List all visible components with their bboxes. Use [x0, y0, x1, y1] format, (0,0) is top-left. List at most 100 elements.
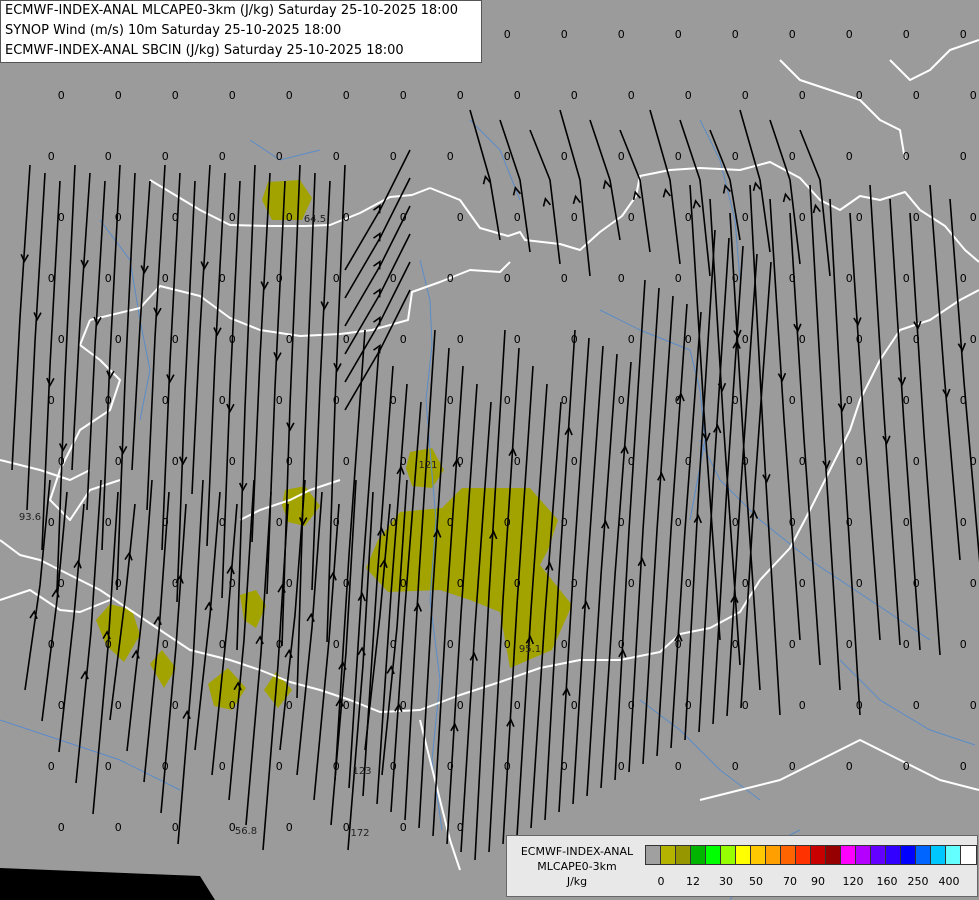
field-value-label: 0 — [286, 577, 293, 590]
field-value-label: 0 — [390, 394, 397, 407]
field-value-label: 172 — [350, 828, 369, 839]
field-value-label: 0 — [732, 28, 739, 41]
field-value-label: 0 — [105, 394, 112, 407]
field-value-label: 0 — [913, 333, 920, 346]
field-value-label: 0 — [732, 760, 739, 773]
field-value-label: 0 — [628, 333, 635, 346]
field-value-label: 0 — [390, 150, 397, 163]
field-value-label: 0 — [903, 272, 910, 285]
field-value-label: 0 — [618, 150, 625, 163]
field-value-label: 0 — [685, 333, 692, 346]
field-value-label: 0 — [571, 699, 578, 712]
field-value-label: 0 — [846, 28, 853, 41]
field-value-label: 0 — [229, 333, 236, 346]
field-value-label: 0 — [115, 455, 122, 468]
field-value-label: 0 — [333, 272, 340, 285]
field-value-label: 0 — [115, 577, 122, 590]
legend-title-source: ECMWF-INDEX-ANAL — [520, 845, 634, 858]
field-value-label: 0 — [286, 211, 293, 224]
field-value-label: 0 — [846, 516, 853, 529]
field-value-label: 0 — [276, 394, 283, 407]
field-value-label: 0 — [913, 699, 920, 712]
field-value-label: 0 — [219, 150, 226, 163]
field-value-label: 121 — [418, 460, 437, 471]
field-value-label: 0 — [514, 89, 521, 102]
legend-swatch — [960, 845, 977, 865]
field-value-label: 0 — [960, 638, 967, 651]
field-value-label: 0 — [504, 28, 511, 41]
field-value-label: 0 — [514, 577, 521, 590]
field-value-label: 0 — [903, 638, 910, 651]
field-value-label: 0 — [48, 760, 55, 773]
field-value-label: 0 — [903, 516, 910, 529]
field-value-label: 0 — [789, 28, 796, 41]
map-background — [0, 0, 979, 900]
field-value-label: 0 — [115, 333, 122, 346]
field-value-label: 0 — [343, 333, 350, 346]
field-value-label: 0 — [960, 516, 967, 529]
field-value-label: 0 — [276, 760, 283, 773]
field-value-label: 0 — [514, 211, 521, 224]
field-value-label: 0 — [799, 455, 806, 468]
field-value-label: 0 — [447, 516, 454, 529]
field-value-label: 0 — [400, 89, 407, 102]
field-value-label: 0 — [970, 89, 977, 102]
field-value-label: 0 — [504, 272, 511, 285]
field-value-label: 0 — [970, 333, 977, 346]
field-value-label: 0 — [58, 333, 65, 346]
field-value-label: 0 — [457, 89, 464, 102]
legend-tick-label: 160 — [876, 875, 898, 888]
field-value-label: 0 — [390, 638, 397, 651]
field-value-label: 0 — [846, 272, 853, 285]
field-value-label: 0 — [286, 699, 293, 712]
field-value-label: 0 — [115, 821, 122, 834]
field-value-label: 0 — [333, 516, 340, 529]
field-value-label: 0 — [219, 516, 226, 529]
field-value-label: 0 — [970, 577, 977, 590]
field-value-label: 0 — [846, 760, 853, 773]
field-value-label: 0 — [229, 577, 236, 590]
field-value-label: 0 — [400, 821, 407, 834]
field-value-label: 0 — [48, 638, 55, 651]
field-value-label: 0 — [628, 211, 635, 224]
field-value-label: 0 — [685, 577, 692, 590]
field-value-label: 0 — [856, 211, 863, 224]
field-value-label: 0 — [229, 699, 236, 712]
field-value-label: 0 — [903, 150, 910, 163]
field-value-label: 0 — [685, 211, 692, 224]
field-value-label: 0 — [172, 333, 179, 346]
field-value-label: 0 — [960, 272, 967, 285]
field-value-label: 0 — [229, 89, 236, 102]
legend-tick-label: 30 — [719, 875, 733, 888]
field-value-label: 0 — [799, 89, 806, 102]
field-value-label: 0 — [229, 455, 236, 468]
field-value-label: 0 — [675, 516, 682, 529]
field-value-label: 95.1 — [519, 644, 541, 655]
legend-tick-label: 250 — [907, 875, 929, 888]
field-value-label: 0 — [333, 760, 340, 773]
field-value-label: 0 — [846, 394, 853, 407]
field-value-label: 0 — [514, 699, 521, 712]
field-value-label: 0 — [286, 455, 293, 468]
field-value-label: 0 — [457, 211, 464, 224]
field-value-label: 0 — [789, 150, 796, 163]
field-value-label: 0 — [457, 577, 464, 590]
field-value-label: 0 — [789, 638, 796, 651]
field-value-label: 0 — [400, 333, 407, 346]
field-value-label: 0 — [742, 577, 749, 590]
field-value-label: 0 — [172, 577, 179, 590]
field-value-label: 0 — [457, 821, 464, 834]
field-value-label: 0 — [799, 211, 806, 224]
field-value-label: 0 — [172, 821, 179, 834]
legend-title: ECMWF-INDEX-ANAL MLCAPE0-3km J/kg — [511, 844, 643, 889]
field-value-label: 0 — [105, 272, 112, 285]
field-value-label: 0 — [628, 577, 635, 590]
field-value-label: 0 — [732, 638, 739, 651]
field-value-label: 0 — [172, 211, 179, 224]
field-value-label: 0 — [447, 638, 454, 651]
field-value-label: 0 — [219, 760, 226, 773]
field-value-label: 0 — [675, 150, 682, 163]
field-value-label: 0 — [400, 699, 407, 712]
legend-tick-label: 12 — [686, 875, 700, 888]
field-value-label: 0 — [457, 699, 464, 712]
